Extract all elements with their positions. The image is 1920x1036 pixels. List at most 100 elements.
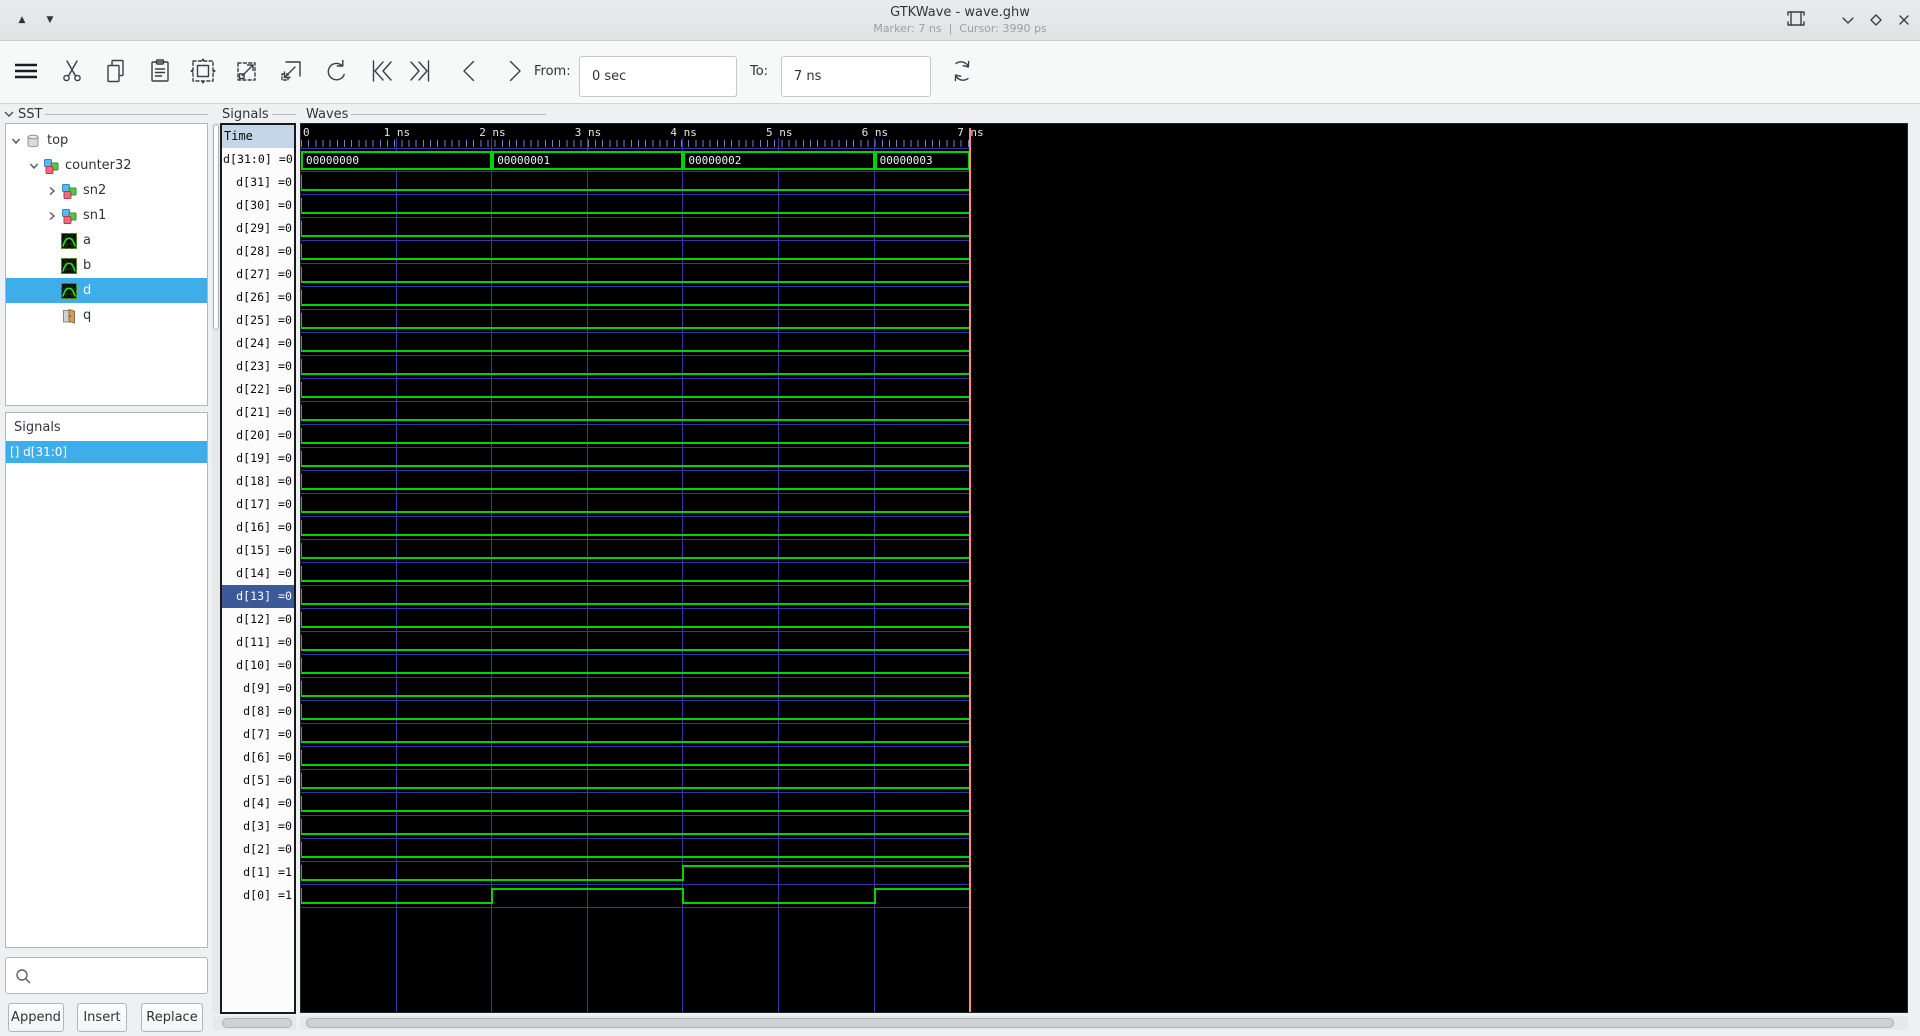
wave-row-bit-14[interactable]	[301, 563, 971, 586]
wave-row-bit-2[interactable]	[301, 839, 971, 862]
signal-name-row[interactable]: d[31:0] =0	[222, 148, 294, 171]
chevron-right-icon[interactable]	[46, 185, 61, 197]
signal-name-row[interactable]: d[30] =0	[222, 194, 294, 217]
wave-row-bit-9[interactable]	[301, 678, 971, 701]
sst-tree-item-counter32[interactable]: counter32	[6, 153, 207, 178]
chevron-down-icon[interactable]	[3, 108, 18, 120]
cut-icon[interactable]	[58, 57, 86, 85]
search-input[interactable]	[32, 959, 207, 992]
previous-edge-icon[interactable]	[456, 57, 484, 85]
sst-tree-item-b[interactable]: b	[6, 253, 207, 278]
sst-tree[interactable]: top counter32 sn2 sn1 a b d q	[5, 123, 208, 406]
wave-row-bit-16[interactable]	[301, 517, 971, 540]
wave-row-bit-23[interactable]	[301, 356, 971, 379]
wave-row-bit-3[interactable]	[301, 816, 971, 839]
wave-row-bit-1[interactable]	[301, 862, 971, 885]
signal-names-panel[interactable]: Time d[31:0] =0 d[31] =0 d[30] =0 d[29] =0 d…	[220, 123, 296, 1014]
wave-row-bit-6[interactable]	[301, 747, 971, 770]
signal-name-row[interactable]: d[0] =1	[222, 884, 294, 907]
signal-name-row[interactable]: d[7] =0	[222, 723, 294, 746]
sst-tree-item-a[interactable]: a	[6, 228, 207, 253]
wave-row-bit-11[interactable]	[301, 632, 971, 655]
close-icon[interactable]	[1892, 8, 1916, 32]
wave-row-bus[interactable]: 00000000 00000001 00000002 00000003	[301, 149, 971, 172]
waves-canvas[interactable]: 01 ns 2 ns 3 ns 4 ns 5 ns 6 ns 7 ns 00000000 000…	[300, 123, 1908, 1013]
insert-button[interactable]: Insert	[77, 1003, 127, 1032]
wave-row-bit-0[interactable]	[301, 885, 971, 908]
wave-row-bit-4[interactable]	[301, 793, 971, 816]
signals-hscroll-thumb[interactable]	[222, 1018, 292, 1028]
menu-icon[interactable]	[12, 57, 40, 85]
to-input[interactable]	[781, 56, 931, 97]
signal-name-row[interactable]: d[6] =0	[222, 746, 294, 769]
signal-name-row[interactable]: d[25] =0	[222, 309, 294, 332]
wave-row-bit-21[interactable]	[301, 402, 971, 425]
signal-name-row[interactable]: d[18] =0	[222, 470, 294, 493]
wave-row-bit-27[interactable]	[301, 264, 971, 287]
signal-name-row[interactable]: d[12] =0	[222, 608, 294, 631]
zoom-out-icon[interactable]	[277, 57, 305, 85]
signals-horizontal-scrollbar[interactable]	[213, 1016, 296, 1030]
signal-name-row[interactable]: d[2] =0	[222, 838, 294, 861]
signal-name-row[interactable]: d[3] =0	[222, 815, 294, 838]
chevron-right-icon[interactable]	[46, 210, 61, 222]
next-edge-icon[interactable]	[500, 57, 528, 85]
signal-name-row[interactable]: d[26] =0	[222, 286, 294, 309]
skip-to-start-icon[interactable]	[368, 57, 396, 85]
wave-row-bit-5[interactable]	[301, 770, 971, 793]
wave-row-bit-25[interactable]	[301, 310, 971, 333]
signal-search-box[interactable]	[5, 957, 208, 994]
wave-row-bit-18[interactable]	[301, 471, 971, 494]
signal-name-row[interactable]: d[14] =0	[222, 562, 294, 585]
replace-button[interactable]: Replace	[141, 1003, 203, 1032]
waves-horizontal-scrollbar[interactable]	[300, 1016, 1908, 1030]
signal-list-item[interactable]: [] d[31:0]	[6, 441, 207, 463]
chevron-down-icon[interactable]	[10, 135, 25, 147]
reload-icon[interactable]	[948, 57, 976, 85]
wave-row-bit-17[interactable]	[301, 494, 971, 517]
wave-row-bit-20[interactable]	[301, 425, 971, 448]
wave-row-bit-19[interactable]	[301, 448, 971, 471]
fullscreen-icon[interactable]	[1784, 8, 1808, 32]
wave-row-bit-10[interactable]	[301, 655, 971, 678]
signal-name-row[interactable]: d[1] =1	[222, 861, 294, 884]
signal-name-row[interactable]: d[31] =0	[222, 171, 294, 194]
minimize-icon[interactable]	[1836, 8, 1860, 32]
signal-name-row[interactable]: d[21] =0	[222, 401, 294, 424]
signal-name-row[interactable]: d[13] =0	[222, 585, 294, 608]
signal-name-row[interactable]: d[27] =0	[222, 263, 294, 286]
signal-name-row[interactable]: d[20] =0	[222, 424, 294, 447]
signal-name-row[interactable]: d[4] =0	[222, 792, 294, 815]
signals-vscroll-thumb[interactable]	[213, 124, 219, 330]
signal-name-row[interactable]: d[24] =0	[222, 332, 294, 355]
from-input[interactable]	[579, 56, 737, 97]
signal-name-row[interactable]: d[10] =0	[222, 654, 294, 677]
signal-search-list[interactable]: [] d[31:0]	[6, 441, 207, 463]
wave-row-bit-30[interactable]	[301, 195, 971, 218]
copy-icon[interactable]	[102, 57, 130, 85]
wave-row-bit-24[interactable]	[301, 333, 971, 356]
sst-tree-item-q[interactable]: q	[6, 303, 207, 328]
signals-vertical-scrollbar[interactable]	[212, 123, 220, 1014]
wave-row-bit-28[interactable]	[301, 241, 971, 264]
maximize-icon[interactable]	[1864, 8, 1888, 32]
signal-name-row[interactable]: d[28] =0	[222, 240, 294, 263]
wave-row-bit-29[interactable]	[301, 218, 971, 241]
wave-row-bit-13[interactable]	[301, 586, 971, 609]
sst-tree-item-sn1[interactable]: sn1	[6, 203, 207, 228]
signal-name-row[interactable]: d[9] =0	[222, 677, 294, 700]
signal-name-row[interactable]: d[19] =0	[222, 447, 294, 470]
zoom-fit-icon[interactable]	[189, 57, 217, 85]
wave-row-bit-12[interactable]	[301, 609, 971, 632]
wave-row-bit-8[interactable]	[301, 701, 971, 724]
signal-name-row[interactable]: d[29] =0	[222, 217, 294, 240]
zoom-in-icon[interactable]	[233, 57, 261, 85]
append-button[interactable]: Append	[8, 1003, 64, 1032]
signal-name-row[interactable]: d[17] =0	[222, 493, 294, 516]
wave-row-bit-15[interactable]	[301, 540, 971, 563]
signal-name-row[interactable]: d[16] =0	[222, 516, 294, 539]
wave-row-bit-26[interactable]	[301, 287, 971, 310]
paste-icon[interactable]	[146, 57, 174, 85]
wave-row-bit-31[interactable]	[301, 172, 971, 195]
sst-tree-item-top[interactable]: top	[6, 128, 207, 153]
